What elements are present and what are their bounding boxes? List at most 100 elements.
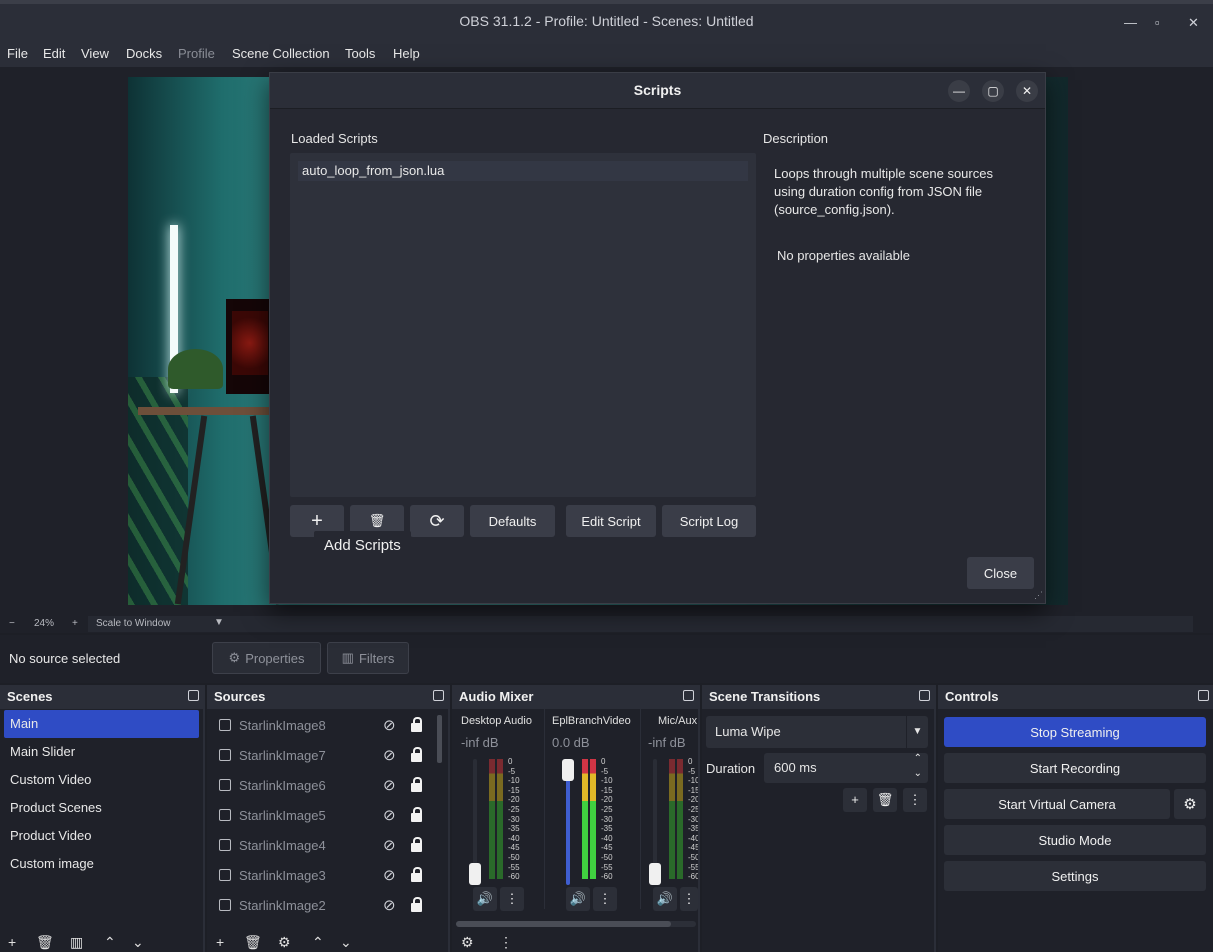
source-status: No source selected	[9, 651, 121, 666]
level-meter	[489, 759, 495, 879]
add-source-icon[interactable]: +	[216, 934, 224, 950]
chevron-up-icon[interactable]: ⌃	[914, 753, 922, 764]
gear-icon[interactable]: ⚙	[1174, 789, 1206, 819]
undock-icon[interactable]	[433, 690, 444, 701]
menu-docks[interactable]: Docks	[126, 46, 162, 61]
mixer-scrollbar[interactable]	[456, 921, 696, 927]
eye-off-icon[interactable]: ⊘	[383, 776, 396, 794]
scene-item[interactable]: Product Scenes	[0, 794, 203, 822]
maximize-icon[interactable]: ▫	[1155, 15, 1160, 30]
eye-off-icon[interactable]: ⊘	[383, 746, 396, 764]
eye-off-icon[interactable]: ⊘	[383, 866, 396, 884]
scale-mode-select[interactable]: Scale to Window ▼	[88, 616, 1193, 632]
trash-icon[interactable]: 🗑	[36, 934, 54, 951]
chevron-down-icon: ▼	[214, 617, 224, 628]
undock-icon[interactable]	[919, 690, 930, 701]
minimize-icon[interactable]: —	[948, 80, 970, 102]
volume-slider-handle[interactable]	[469, 863, 481, 885]
trash-icon[interactable]: 🗑	[244, 934, 262, 951]
lock-icon[interactable]	[411, 777, 422, 792]
scene-item[interactable]: Main Slider	[0, 738, 203, 766]
scripts-list[interactable]: auto_loop_from_json.lua	[290, 153, 756, 497]
source-item[interactable]: StarlinkImage5 ⊘	[207, 801, 448, 831]
scene-item[interactable]: Custom image	[0, 850, 203, 878]
close-icon[interactable]: ✕	[1188, 15, 1199, 31]
image-icon	[219, 809, 231, 821]
edit-script-button[interactable]: Edit Script	[566, 505, 656, 537]
chevron-down-icon[interactable]: ⌄	[132, 934, 144, 951]
mixer-scrollbar-thumb[interactable]	[456, 921, 671, 927]
lock-icon[interactable]	[411, 897, 422, 912]
lock-icon[interactable]	[411, 807, 422, 822]
speaker-icon[interactable]: 🔊	[566, 887, 590, 911]
menu-edit[interactable]: Edit	[43, 46, 65, 61]
script-log-button[interactable]: Script Log	[662, 505, 756, 537]
lock-icon[interactable]	[411, 747, 422, 762]
undock-icon[interactable]	[188, 690, 199, 701]
gear-icon[interactable]: ⚙	[278, 934, 291, 951]
menu-scene-collection[interactable]: Scene Collection	[232, 46, 330, 61]
menu-file[interactable]: File	[7, 46, 28, 61]
close-icon[interactable]: ✕	[1016, 80, 1038, 102]
eye-off-icon[interactable]: ⊘	[383, 806, 396, 824]
more-icon[interactable]: ⋮	[500, 887, 524, 911]
duration-spinbox[interactable]: 600 ms ⌃ ⌄	[764, 753, 928, 783]
undock-icon[interactable]	[683, 690, 694, 701]
lock-icon[interactable]	[411, 717, 422, 732]
eye-off-icon[interactable]: ⊘	[383, 716, 396, 734]
zoom-out-button[interactable]: −	[9, 618, 15, 629]
script-item[interactable]: auto_loop_from_json.lua	[298, 161, 748, 181]
chevron-up-icon[interactable]: ⌃	[312, 934, 324, 951]
more-icon[interactable]: ⋮	[680, 887, 698, 911]
transition-select[interactable]: Luma Wipe ▼	[706, 716, 928, 748]
lock-icon[interactable]	[411, 867, 422, 882]
eye-off-icon[interactable]: ⊘	[383, 836, 396, 854]
maximize-icon[interactable]: ▢	[982, 80, 1004, 102]
menu-view[interactable]: View	[81, 46, 109, 61]
advanced-audio-icon[interactable]: ⚙	[461, 934, 474, 951]
source-item[interactable]: StarlinkImage7 ⊘	[207, 741, 448, 771]
source-item[interactable]: StarlinkImage4 ⊘	[207, 831, 448, 861]
speaker-icon[interactable]: 🔊	[653, 887, 677, 911]
chevron-up-icon[interactable]: ⌃	[104, 934, 116, 951]
add-transition-button[interactable]: +	[843, 788, 867, 812]
speaker-icon[interactable]: 🔊	[473, 887, 497, 911]
menu-tools[interactable]: Tools	[345, 46, 375, 61]
more-icon[interactable]: ⋮	[593, 887, 617, 911]
close-button[interactable]: Close	[967, 557, 1034, 589]
more-icon[interactable]: ⋮	[903, 788, 927, 812]
chevron-down-icon[interactable]: ⌄	[914, 768, 922, 779]
scene-item[interactable]: Product Video	[0, 822, 203, 850]
defaults-button[interactable]: Defaults	[470, 505, 555, 537]
source-item[interactable]: StarlinkImage8 ⊘	[207, 711, 448, 741]
eye-off-icon[interactable]: ⊘	[383, 896, 396, 914]
filter-icon[interactable]: ▥	[70, 934, 83, 951]
volume-slider-handle[interactable]	[562, 759, 574, 781]
filters-button[interactable]: ▥ Filters	[327, 642, 409, 674]
source-item[interactable]: StarlinkImage2 ⊘	[207, 891, 448, 921]
more-icon[interactable]: ⋮	[499, 934, 513, 951]
settings-button[interactable]: Settings	[944, 861, 1206, 891]
minimize-icon[interactable]: —	[1124, 15, 1137, 30]
properties-button[interactable]: ⚙ Properties	[212, 642, 321, 674]
scene-item[interactable]: Custom Video	[0, 766, 203, 794]
volume-slider-handle[interactable]	[649, 863, 661, 885]
studio-mode-button[interactable]: Studio Mode	[944, 825, 1206, 855]
scene-item[interactable]: Main	[4, 710, 199, 738]
undock-icon[interactable]	[1198, 690, 1209, 701]
chevron-down-icon[interactable]: ⌄	[340, 934, 352, 951]
start-virtual-camera-button[interactable]: Start Virtual Camera	[944, 789, 1170, 819]
menu-profile[interactable]: Profile	[178, 46, 215, 61]
menu-help[interactable]: Help	[393, 46, 420, 61]
lock-icon[interactable]	[411, 837, 422, 852]
reload-icon[interactable]: ⟳	[410, 505, 464, 537]
trash-icon[interactable]: 🗑	[873, 788, 897, 812]
add-scene-icon[interactable]: +	[8, 934, 16, 950]
zoom-in-button[interactable]: +	[72, 618, 78, 629]
resize-grip-icon[interactable]: ⋰	[1034, 590, 1043, 601]
stop-streaming-button[interactable]: Stop Streaming	[944, 717, 1206, 747]
start-recording-button[interactable]: Start Recording	[944, 753, 1206, 783]
source-item[interactable]: StarlinkImage3 ⊘	[207, 861, 448, 891]
sources-scrollbar[interactable]	[437, 715, 442, 763]
source-item[interactable]: StarlinkImage6 ⊘	[207, 771, 448, 801]
